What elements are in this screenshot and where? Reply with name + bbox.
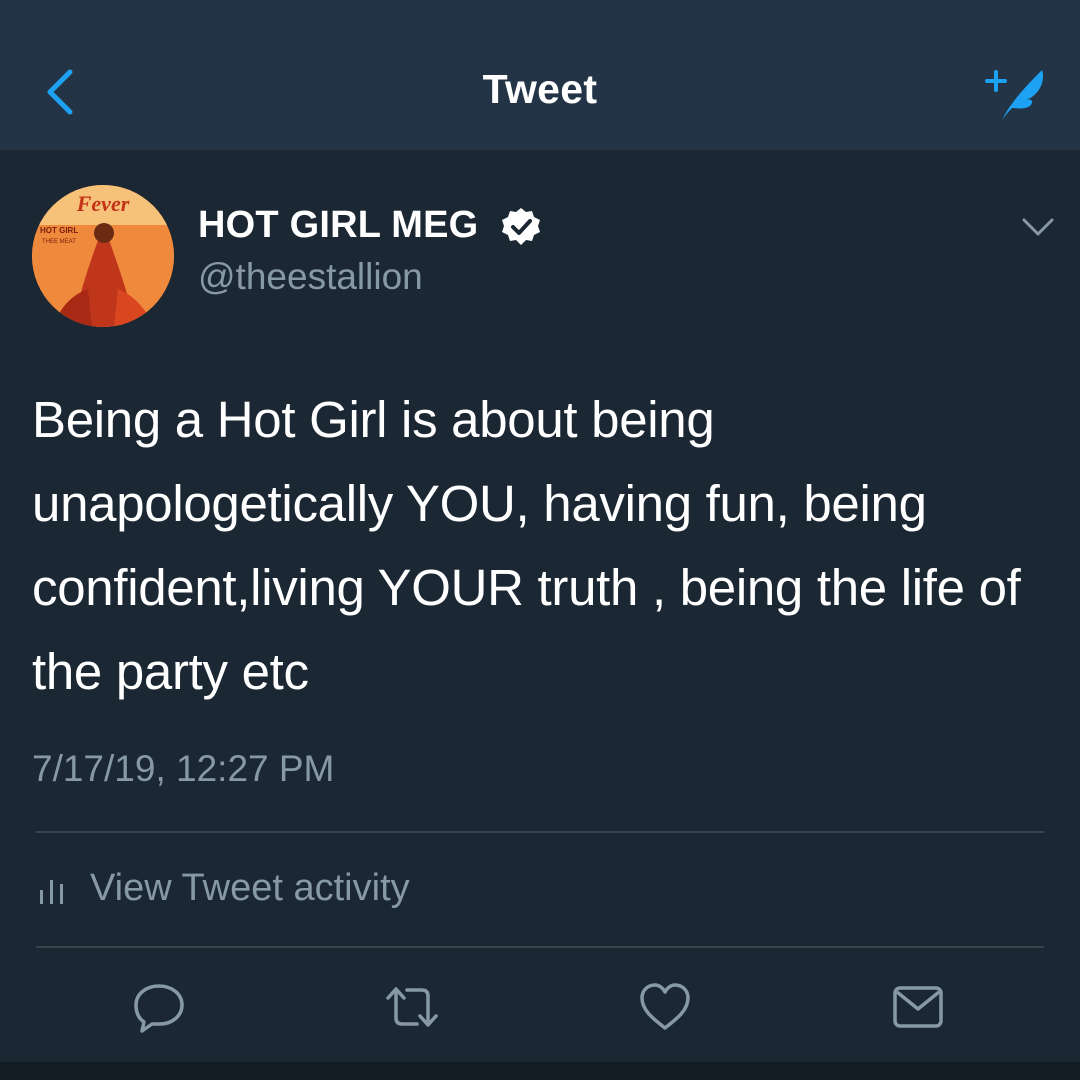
avatar[interactable]: Fever HOT GIRL THEE MEAT [32,185,174,327]
compose-feather-icon [985,70,1044,120]
user-handle[interactable]: @theestallion [198,256,423,298]
share-button[interactable] [891,980,945,1034]
display-name[interactable]: HOT GIRL MEG [198,204,478,247]
avatar-line-2: THEE MEAT [42,239,76,245]
avatar-title: Fever [76,191,130,216]
like-button[interactable] [638,980,692,1034]
page-title: Tweet [482,66,598,112]
divider [36,946,1044,948]
bottom-bar [0,1062,1080,1080]
avatar-line-1: HOT GIRL [40,226,78,235]
verified-badge-icon [500,206,542,248]
chevron-down-icon [1022,218,1054,236]
activity-label: View Tweet activity [90,866,410,909]
tweet-timestamp: 7/17/19, 12:27 PM [32,748,335,789]
view-tweet-activity-link[interactable]: View Tweet activity [36,860,410,916]
compose-tweet-button[interactable] [980,62,1055,127]
tweet-options-button[interactable] [1018,212,1058,242]
retweet-icon [386,987,438,1027]
reply-button[interactable] [132,980,186,1034]
reply-icon [134,984,184,1033]
top-navigation-bar: Tweet [0,0,1080,150]
tweet-text: Being a Hot Girl is about being unapolog… [32,391,1021,700]
mail-icon [893,986,943,1028]
album-cover-image: Fever HOT GIRL THEE MEAT [32,185,174,327]
heart-icon [640,983,690,1030]
retweet-button[interactable] [385,980,439,1034]
divider [36,831,1044,833]
bar-chart-icon [40,880,63,904]
